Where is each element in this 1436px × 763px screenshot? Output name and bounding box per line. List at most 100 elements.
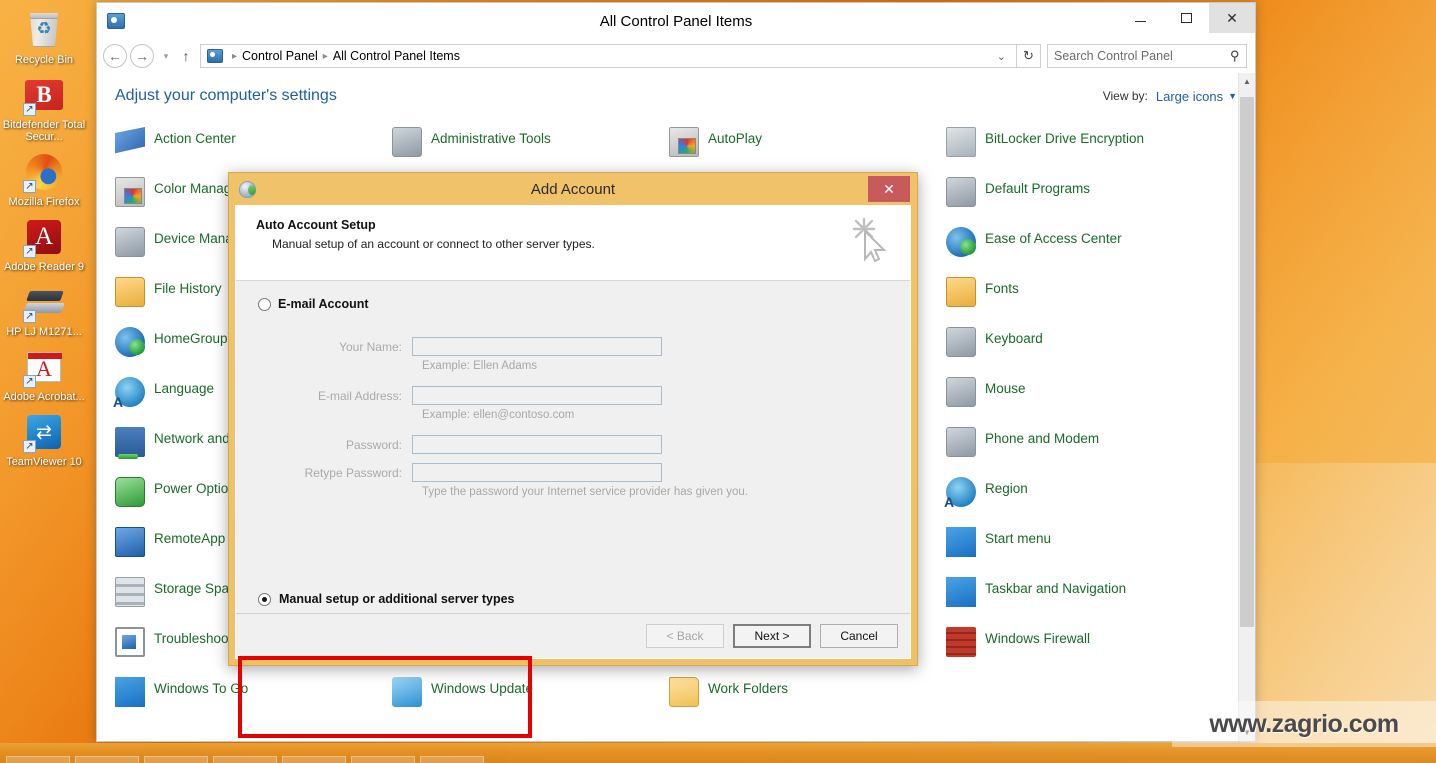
desktop-icon-mozilla-firefox[interactable]: Mozilla Firefox <box>0 150 88 208</box>
control-panel-item[interactable]: Keyboard <box>946 323 1219 373</box>
field-label: E-mail Address: <box>317 388 402 403</box>
content-header: Adjust your computer's settings View by:… <box>97 73 1255 105</box>
control-panel-item[interactable]: AutoPlay <box>669 123 942 173</box>
control-panel-item[interactable]: Mouse <box>946 373 1219 423</box>
work-folders-icon <box>669 677 699 707</box>
dialog-subheading: Manual setup of an account or connect to… <box>272 237 595 251</box>
control-panel-item[interactable]: Start menu <box>946 523 1219 573</box>
teamviewer-icon: ⇄ <box>22 410 66 454</box>
taskbar-button[interactable] <box>282 756 346 763</box>
desktop-icon-hp-scanner[interactable]: HP LJ M1271... <box>0 280 88 338</box>
desktop-icon-label: Adobe Reader 9 <box>3 261 85 273</box>
dialog-header-panel: Auto Account Setup Manual setup of an ac… <box>236 206 910 281</box>
chevron-down-icon[interactable]: ▼ <box>1228 91 1237 101</box>
fonts-icon <box>946 277 976 307</box>
control-panel-item[interactable]: Ease of Access Center <box>946 223 1219 273</box>
dialog-button-row: < Back Next > Cancel <box>646 624 898 648</box>
search-input[interactable]: Search Control Panel ⚲ <box>1047 44 1247 68</box>
control-panel-item[interactable]: Fonts <box>946 273 1219 323</box>
cursor-sparkle-svg <box>852 217 887 263</box>
control-panel-item[interactable]: Taskbar and Navigation <box>946 573 1219 623</box>
control-panel-item[interactable]: Windows Firewall <box>946 623 1219 673</box>
field-input[interactable] <box>412 463 662 482</box>
desktop-icon-recycle-bin[interactable]: Recycle Bin <box>0 8 88 66</box>
field-input[interactable] <box>412 435 662 454</box>
bitdefender-icon: B <box>22 73 66 117</box>
refresh-button[interactable]: ↻ <box>1017 44 1041 68</box>
up-button[interactable]: ↑ <box>175 44 197 68</box>
maximize-button[interactable] <box>1163 3 1209 33</box>
shortcut-overlay-icon <box>23 103 36 116</box>
address-bar: ← → ▾ ↑ ▸ Control Panel ▸ All Control Pa… <box>97 39 1255 73</box>
taskbar-button[interactable] <box>144 756 208 763</box>
desktop-icon-bitdefender[interactable]: B Bitdefender Total Secur... <box>0 73 88 143</box>
shortcut-overlay-icon <box>23 440 36 453</box>
manual-setup-label: Manual setup or additional server types <box>279 592 515 606</box>
view-by-value[interactable]: Large icons <box>1156 89 1223 104</box>
form-row: Your Name: <box>282 337 910 356</box>
dialog-separator <box>236 613 910 614</box>
minimize-button[interactable] <box>1117 3 1163 33</box>
control-panel-item-label: Default Programs <box>985 181 1091 196</box>
windows-to-go-icon <box>115 677 145 707</box>
next-button[interactable]: Next > <box>733 624 811 648</box>
manual-setup-option[interactable]: Manual setup or additional server types <box>258 592 514 606</box>
region-icon <box>944 477 976 510</box>
desktop-icon-label: Mozilla Firefox <box>8 196 80 208</box>
chevron-down-icon[interactable]: ⌄ <box>991 50 1012 63</box>
breadcrumb-item-control-panel[interactable]: Control Panel <box>242 49 318 63</box>
ease-of-access-icon <box>946 227 976 257</box>
desktop-icon-adobe-acrobat[interactable]: A Adobe Acrobat... <box>0 345 88 403</box>
taskbar-button[interactable] <box>6 756 70 763</box>
control-panel-item-label: HomeGroup <box>154 331 228 346</box>
control-panel-icon <box>107 13 125 29</box>
field-input[interactable] <box>412 337 662 356</box>
desktop-icon-teamviewer[interactable]: ⇄ TeamViewer 10 <box>0 410 88 468</box>
form-row: Password: <box>282 435 910 454</box>
control-panel-item[interactable]: Work Folders <box>669 673 942 723</box>
back-button: < Back <box>646 624 724 648</box>
taskbar-button[interactable] <box>351 756 415 763</box>
taskbar-button[interactable] <box>420 756 484 763</box>
view-by-label: View by: <box>1102 89 1148 103</box>
dialog-content: E-mail Account Your Name: Example: Ellen … <box>236 281 910 738</box>
shortcut-overlay-icon <box>23 310 36 323</box>
bitlocker-icon <box>946 127 976 157</box>
control-panel-item[interactable]: Region <box>944 473 1219 523</box>
troubleshooting-icon <box>115 627 145 657</box>
cancel-button[interactable]: Cancel <box>820 624 898 648</box>
close-button[interactable]: ✕ <box>1209 3 1255 33</box>
taskbar-button[interactable] <box>213 756 277 763</box>
vertical-scrollbar[interactable]: ▲ ▼ <box>1238 73 1255 741</box>
field-input[interactable] <box>412 386 662 405</box>
color-management-icon <box>115 177 145 207</box>
control-panel-item[interactable]: Windows To Go <box>115 673 388 723</box>
control-panel-item[interactable]: BitLocker Drive Encryption <box>946 123 1219 173</box>
start-menu-icon <box>946 527 976 557</box>
window-titlebar: All Control Panel Items ✕ <box>97 3 1255 39</box>
form-row: Retype Password: <box>282 463 910 482</box>
breadcrumb-item-all-items[interactable]: All Control Panel Items <box>333 49 460 63</box>
control-panel-item[interactable]: Administrative Tools <box>392 123 665 173</box>
scrollbar-thumb[interactable] <box>1240 97 1254 627</box>
scroll-up-arrow-icon[interactable]: ▲ <box>1239 73 1255 90</box>
manual-setup-radio[interactable] <box>258 592 271 606</box>
back-button[interactable]: ← <box>103 44 127 68</box>
control-panel-item[interactable]: Default Programs <box>946 173 1219 223</box>
email-account-radio[interactable] <box>258 297 271 311</box>
field-label: Password: <box>345 437 402 452</box>
forward-button[interactable]: → <box>130 44 154 68</box>
control-panel-item[interactable]: Windows Update <box>392 673 665 723</box>
recent-locations-button[interactable]: ▾ <box>157 44 175 68</box>
control-panel-item[interactable]: Action Center <box>115 123 388 173</box>
control-panel-item[interactable]: Phone and Modem <box>946 423 1219 473</box>
dialog-close-button[interactable]: ✕ <box>868 176 910 202</box>
desktop-icon-adobe-reader[interactable]: A Adobe Reader 9 <box>0 215 88 273</box>
breadcrumb[interactable]: ▸ Control Panel ▸ All Control Panel Item… <box>200 44 1017 68</box>
window-title: All Control Panel Items <box>599 12 753 30</box>
adobe-acrobat-icon: A <box>22 345 66 389</box>
taskbar-button[interactable] <box>75 756 139 763</box>
keyboard-icon <box>946 327 976 357</box>
email-account-option[interactable]: E-mail Account <box>236 281 910 311</box>
power-options-icon <box>115 477 145 507</box>
